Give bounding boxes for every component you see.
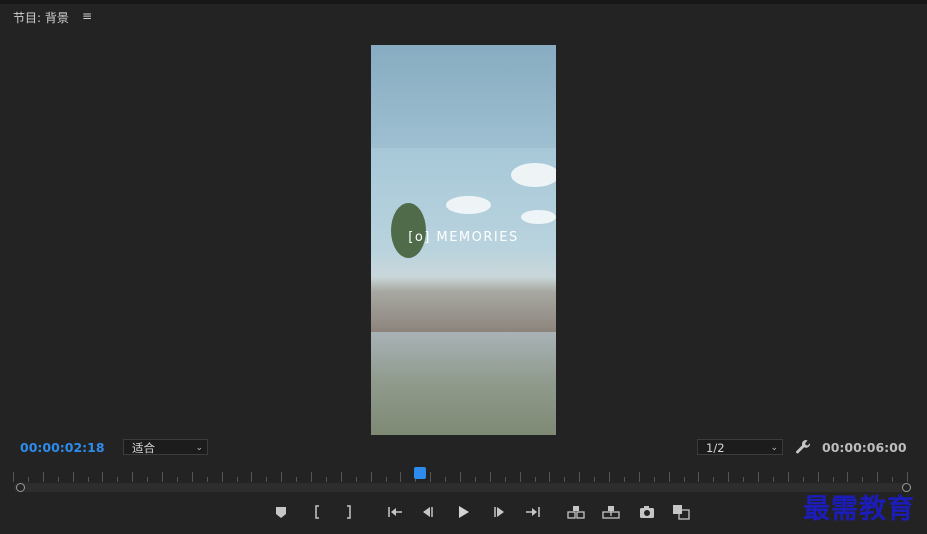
ruler-tick [489, 472, 491, 482]
ruler-tick [221, 472, 223, 482]
go-to-out-icon[interactable] [523, 502, 543, 522]
mark-out-icon[interactable] [339, 502, 359, 522]
ruler-tick [519, 472, 521, 482]
ruler-tick [847, 472, 849, 482]
mark-in-icon[interactable] [307, 502, 327, 522]
cloud-shape [446, 196, 491, 214]
zoom-level-value: 适合 [132, 441, 155, 455]
add-marker-icon[interactable] [271, 502, 291, 522]
ruler-tick [817, 472, 819, 482]
go-to-in-icon[interactable] [385, 502, 405, 522]
ruler-tick [907, 472, 908, 482]
panel-top-border [0, 0, 927, 4]
ruler-tick [311, 472, 312, 482]
hamburger-icon[interactable]: ≡ [82, 9, 92, 23]
ruler-tick [132, 472, 134, 482]
ruler-tick [653, 477, 655, 482]
ruler-tick [892, 477, 894, 482]
video-blurred-band [371, 332, 556, 435]
watermark-text: 最需教育 [803, 494, 915, 525]
ruler-tick [430, 472, 432, 482]
ruler-tick [772, 477, 774, 482]
zoom-scrollbar[interactable] [14, 483, 911, 492]
ruler-tick [445, 477, 447, 482]
ruler-tick [147, 477, 149, 482]
transport-controls [0, 500, 927, 524]
ruler-tick [87, 477, 89, 482]
video-overlay-text: [o] MEMORIES [408, 230, 519, 245]
ruler-tick [504, 477, 506, 482]
chevron-down-icon: ⌄ [770, 443, 778, 453]
playback-resolution-select[interactable]: 1/2 ⌄ [697, 439, 783, 455]
ruler-tick [355, 477, 357, 482]
scrollbar-left-handle[interactable] [16, 483, 25, 492]
step-forward-icon[interactable] [489, 502, 509, 522]
ruler-tick [713, 477, 715, 482]
ruler-tick [400, 472, 402, 482]
ruler-tick [57, 477, 59, 482]
video-sky-band [371, 45, 556, 150]
ruler-tick [236, 477, 238, 482]
ruler-tick [27, 477, 29, 482]
overwrite-icon[interactable] [601, 502, 621, 522]
ruler-tick [370, 472, 372, 482]
panel-title[interactable]: 节目: 背景 [13, 9, 69, 26]
ruler-tick [623, 477, 625, 482]
total-duration-timecode: 00:00:06:00 [822, 440, 907, 455]
insert-icon[interactable] [566, 502, 586, 522]
ruler-tick [758, 472, 759, 482]
compare-view-icon[interactable] [671, 502, 691, 522]
ruler-tick [683, 477, 685, 482]
ruler-tick [460, 472, 461, 482]
ruler-tick [728, 472, 730, 482]
ruler-tick [13, 472, 14, 482]
ruler-tick [549, 472, 551, 482]
ruler-tick [296, 477, 298, 482]
chevron-down-icon: ⌄ [195, 443, 203, 453]
ruler-tick [743, 477, 745, 482]
ruler-tick [579, 472, 581, 482]
ruler-tick [176, 477, 178, 482]
ruler-tick [325, 477, 327, 482]
time-ruler[interactable] [13, 468, 910, 482]
program-monitor-video[interactable]: [o] MEMORIES [371, 45, 556, 435]
ruler-tick [832, 477, 834, 482]
ruler-tick [787, 472, 789, 482]
ruler-tick [534, 477, 536, 482]
ruler-tick [206, 477, 208, 482]
current-timecode[interactable]: 00:00:02:18 [20, 440, 105, 455]
resolution-value: 1/2 [706, 441, 725, 455]
ruler-tick [877, 472, 879, 482]
ruler-tick [266, 477, 268, 482]
ruler-tick [72, 472, 74, 482]
ruler-tick [474, 477, 476, 482]
ruler-tick [102, 472, 104, 482]
cloud-shape [511, 163, 556, 187]
wrench-icon[interactable] [795, 439, 811, 455]
ruler-tick [117, 477, 119, 482]
ruler-tick [698, 472, 700, 482]
export-frame-icon[interactable] [637, 502, 657, 522]
ruler-tick [594, 477, 596, 482]
ruler-tick [385, 477, 387, 482]
zoom-level-select[interactable]: 适合 ⌄ [123, 439, 208, 455]
ruler-tick [251, 472, 253, 482]
ruler-tick [638, 472, 640, 482]
ruler-tick [162, 472, 163, 482]
ruler-tick [802, 477, 804, 482]
playhead[interactable] [414, 467, 426, 479]
ruler-tick [609, 472, 610, 482]
ruler-tick [668, 472, 670, 482]
ruler-tick [281, 472, 283, 482]
ruler-tick [340, 472, 342, 482]
ruler-tick [564, 477, 566, 482]
ruler-tick [862, 477, 864, 482]
play-icon[interactable] [453, 502, 473, 522]
step-back-icon[interactable] [418, 502, 438, 522]
ruler-tick [42, 472, 44, 482]
cloud-shape [521, 210, 556, 224]
ruler-tick [191, 472, 193, 482]
